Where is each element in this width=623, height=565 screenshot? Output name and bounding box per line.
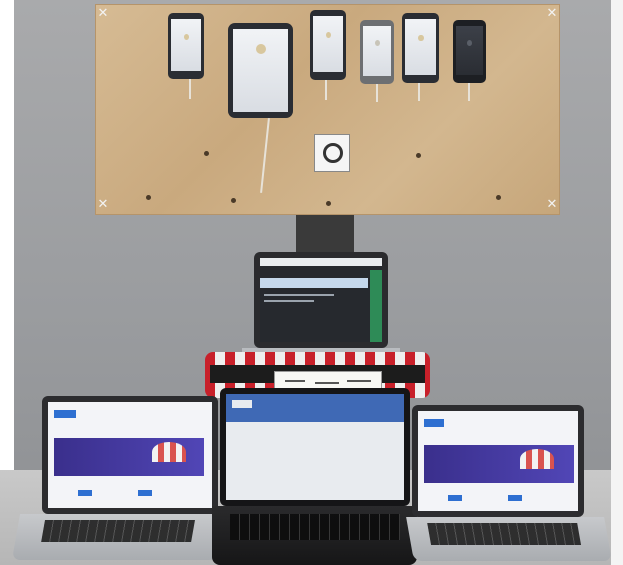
- laptop-lid: [254, 252, 388, 348]
- laptop-left: [11, 396, 226, 561]
- image-border: [611, 0, 623, 565]
- terminal-screen: [260, 258, 382, 342]
- umbrella-illustration-icon: [152, 442, 186, 462]
- charging-cable: [325, 80, 327, 100]
- laptop-lid: [220, 388, 410, 506]
- website-screen: [48, 402, 212, 508]
- phone-1: [168, 13, 204, 79]
- test-lab-photo: ✕ ✕ ✕ ✕: [0, 0, 623, 565]
- board-stand: [296, 215, 354, 255]
- hero-banner: [424, 445, 574, 483]
- laptop-center: [212, 388, 417, 565]
- corner-clip: ✕: [97, 197, 109, 212]
- brand-logo: [232, 400, 252, 408]
- brand-logo: [54, 410, 76, 418]
- corner-clip: ✕: [546, 197, 558, 212]
- corner-clip: ✕: [546, 6, 558, 21]
- phone-2: [310, 10, 346, 80]
- phone-5: [453, 20, 486, 83]
- board-hole: [146, 195, 151, 200]
- laptop-top: [242, 252, 400, 368]
- board-hole: [416, 153, 421, 158]
- board-hole: [496, 195, 501, 200]
- charging-cable: [376, 84, 378, 102]
- board-hole: [204, 151, 209, 156]
- umbrella-illustration-icon: [520, 449, 554, 469]
- brand-logo: [424, 419, 444, 427]
- hero-banner: [54, 438, 204, 476]
- board-hole: [231, 198, 236, 203]
- phone-3: [360, 20, 394, 84]
- tablet: [228, 23, 293, 118]
- device-mount-board: ✕ ✕ ✕ ✕: [95, 4, 560, 215]
- phone-4: [402, 13, 439, 83]
- charging-cable: [418, 83, 420, 101]
- laptop-base: [212, 506, 417, 565]
- charging-cable: [468, 83, 470, 101]
- website-screen: [226, 394, 404, 500]
- charging-cable: [189, 79, 191, 99]
- qr-code-icon: [314, 134, 350, 172]
- laptop-lid: [412, 405, 584, 517]
- corner-clip: ✕: [97, 6, 109, 21]
- laptop-lid: [42, 396, 218, 514]
- laptop-base: [11, 514, 226, 560]
- laptop-base: [406, 517, 612, 561]
- board-hole: [326, 201, 331, 206]
- charging-cable: [260, 118, 270, 193]
- website-screen: [418, 411, 578, 511]
- laptop-right: [406, 405, 612, 563]
